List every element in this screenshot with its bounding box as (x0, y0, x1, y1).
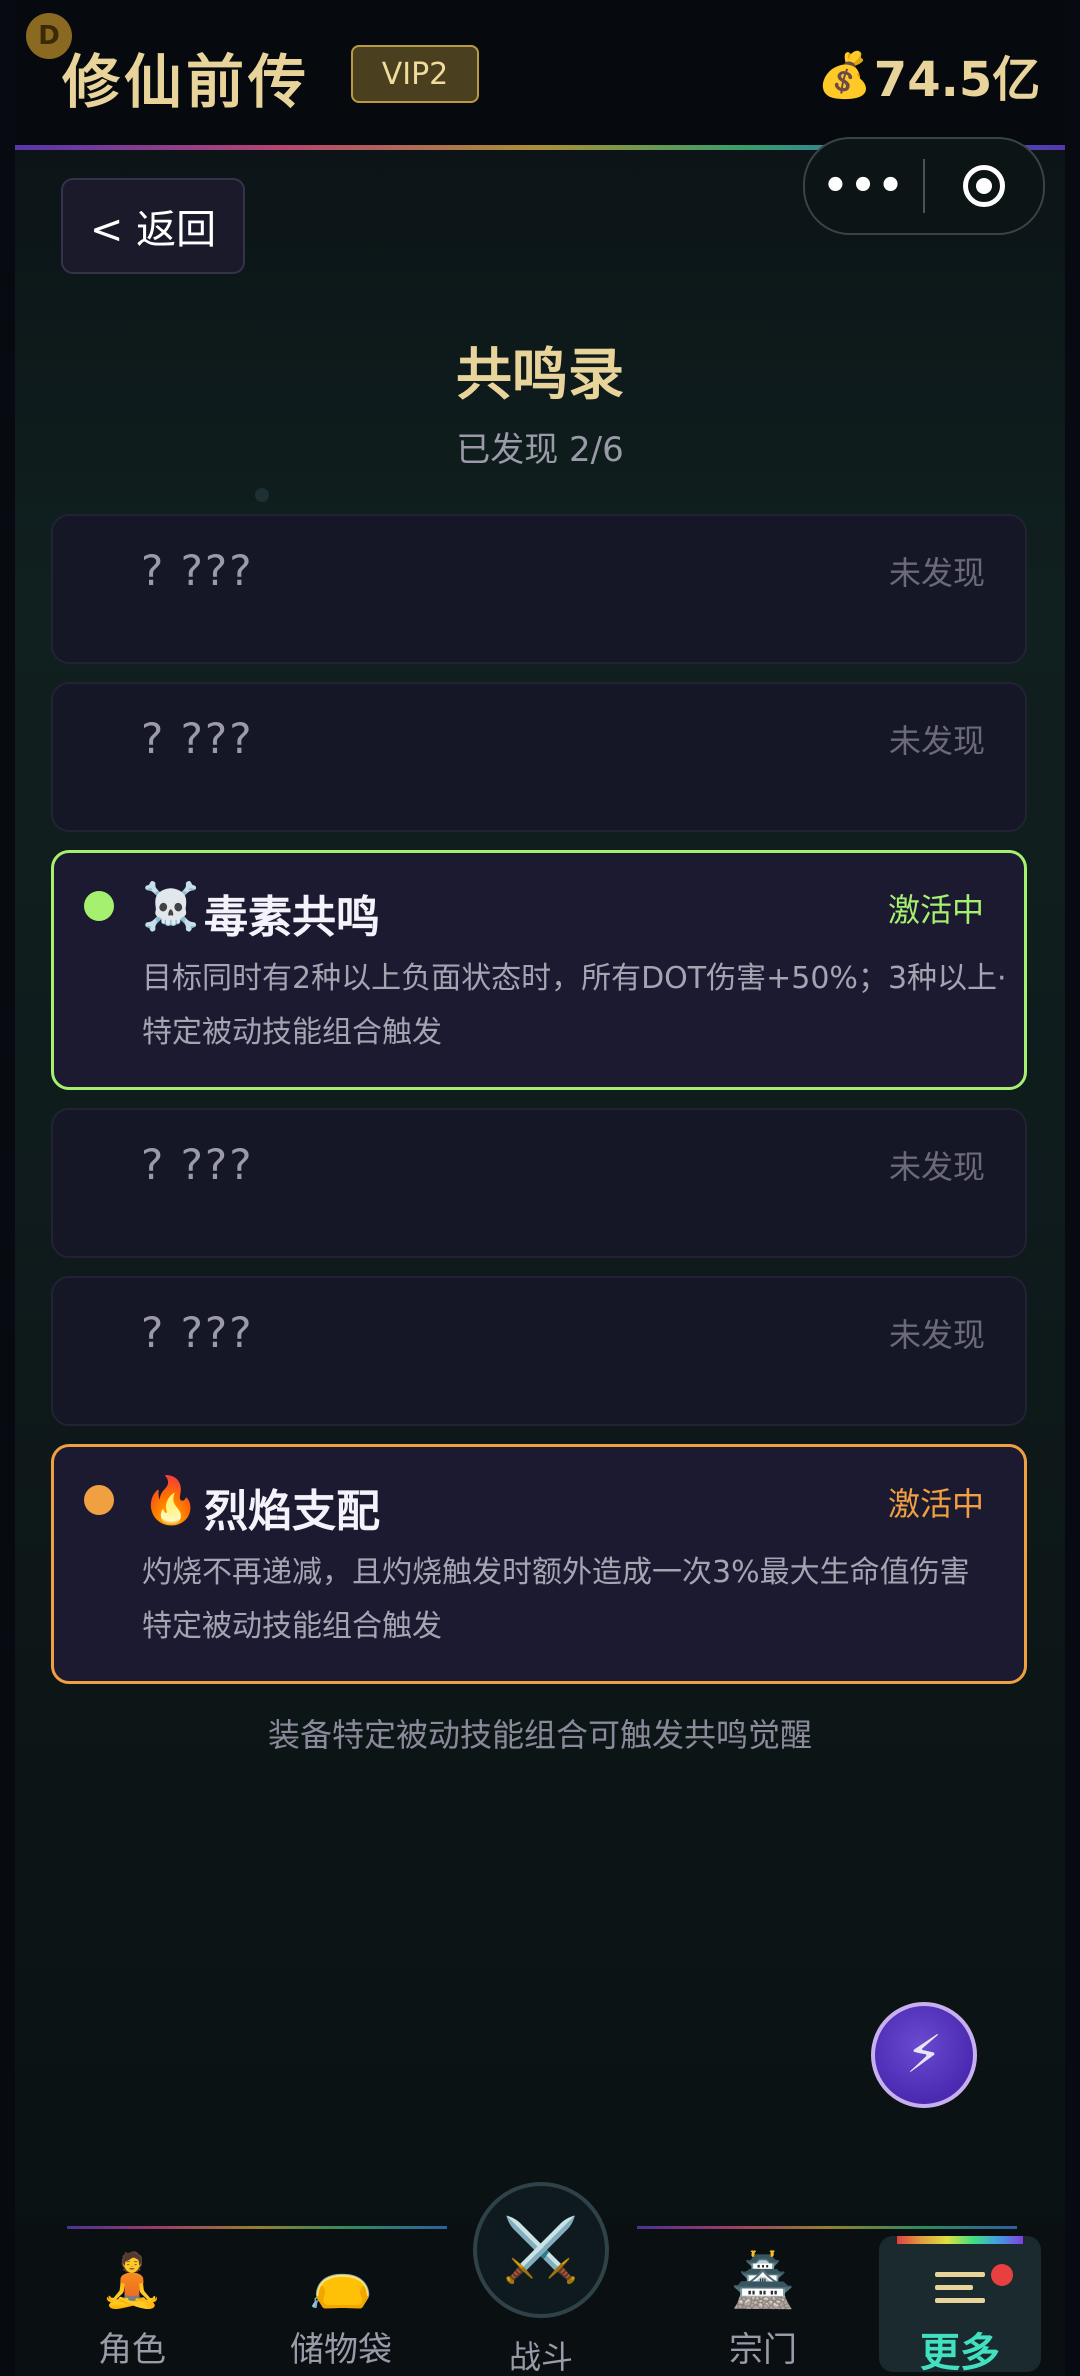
app-screen: 修仙前传 VIP2 💰 74.5亿 ••• < 返回 共鸣录 已发现 2/6 ?… (15, 0, 1065, 2376)
vip-badge[interactable]: VIP2 (351, 45, 479, 103)
gold-balance: 💰 74.5亿 (817, 40, 1040, 110)
card-status: 激活中 (887, 1485, 984, 1523)
quick-action-button[interactable]: ⚡ (871, 2002, 977, 2108)
tab-bar-decor-line (67, 2226, 447, 2229)
money-bag-icon: 💰 (817, 50, 872, 101)
card-status: 激活中 (887, 891, 984, 929)
active-tab-stripe (897, 2236, 1023, 2244)
tab-label: 更多 (920, 2330, 1000, 2376)
card-status: 未发现 (888, 1316, 985, 1354)
miniprogram-capsule: ••• (803, 137, 1045, 235)
active-indicator-dot (84, 1485, 114, 1515)
tab-label: 宗门 (729, 2330, 797, 2370)
card-status: 未发现 (888, 554, 985, 592)
card-name: ? ??? (141, 1140, 254, 1189)
pouch-icon: 👝 (308, 2251, 374, 2311)
temple-icon: 🏯 (730, 2251, 796, 2311)
card-name: ? ??? (141, 546, 254, 595)
avatar[interactable]: D (26, 13, 72, 59)
meditation-icon: 🧘 (99, 2251, 165, 2311)
resonance-card-locked[interactable]: ? ??? 未发现 (51, 682, 1027, 832)
tab-label: 战斗 (508, 2338, 573, 2376)
resonance-card-locked[interactable]: ? ??? 未发现 (51, 514, 1027, 664)
tab-bar-decor-line (637, 2226, 1017, 2229)
tab-character[interactable]: 🧘 角色 (52, 2246, 212, 2371)
skull-crossbones-icon: ☠️ (142, 879, 200, 933)
card-status: 未发现 (888, 722, 985, 760)
notification-badge (991, 2264, 1013, 2286)
hint-text: 装备特定被动技能组合可触发共鸣觉醒 (267, 1716, 812, 1754)
menu-icon (935, 2272, 985, 2311)
top-header: 修仙前传 VIP2 💰 74.5亿 (15, 0, 1065, 145)
tab-sect[interactable]: 🏯 宗门 (683, 2246, 843, 2371)
card-trigger: 特定被动技能组合触发 (142, 1609, 442, 1644)
card-status: 未发现 (888, 1148, 985, 1186)
tab-more[interactable]: 更多 (879, 2236, 1041, 2376)
app-title: 修仙前传 (62, 48, 311, 116)
fire-icon: 🔥 (142, 1473, 200, 1527)
card-name: ? ??? (141, 714, 254, 763)
page-title: 共鸣录 (456, 343, 624, 408)
card-description: 灼烧不再递减，且灼烧触发时额外造成一次3%最大生命值伤害 (142, 1555, 970, 1590)
tab-label: 角色 (98, 2330, 166, 2370)
crossed-swords-icon: ⚔️ (502, 2213, 580, 2286)
resonance-card-toxin[interactable]: ☠️ 毒素共鸣 激活中 目标同时有2种以上负面状态时，所有DOT伤害+50%；3… (51, 850, 1027, 1090)
card-trigger: 特定被动技能组合触发 (142, 1015, 442, 1050)
back-button[interactable]: < 返回 (61, 178, 245, 274)
resonance-card-locked[interactable]: ? ??? 未发现 (51, 1276, 1027, 1426)
tab-storage-bag[interactable]: 👝 储物袋 (261, 2246, 421, 2371)
tab-battle[interactable]: ⚔️ (473, 2182, 609, 2318)
card-name: ? ??? (141, 1308, 254, 1357)
more-options-button[interactable]: ••• (805, 163, 923, 209)
background-particle (255, 488, 269, 502)
gold-amount: 74.5亿 (873, 52, 1041, 108)
target-icon (963, 165, 1005, 207)
active-indicator-dot (84, 891, 114, 921)
resonance-card-flame[interactable]: 🔥 烈焰支配 激活中 灼烧不再递减，且灼烧触发时额外造成一次3%最大生命值伤害 … (51, 1444, 1027, 1684)
close-miniprogram-button[interactable] (925, 165, 1043, 207)
tab-label: 储物袋 (290, 2330, 392, 2370)
card-description: 目标同时有2种以上负面状态时，所有DOT伤害+50%；3种以上· (142, 961, 1007, 996)
lightning-icon: ⚡ (905, 2025, 943, 2085)
resonance-card-locked[interactable]: ? ??? 未发现 (51, 1108, 1027, 1258)
discovery-progress: 已发现 2/6 (456, 430, 624, 470)
card-name: 毒素共鸣 (204, 892, 380, 943)
card-name: 烈焰支配 (204, 1486, 380, 1537)
